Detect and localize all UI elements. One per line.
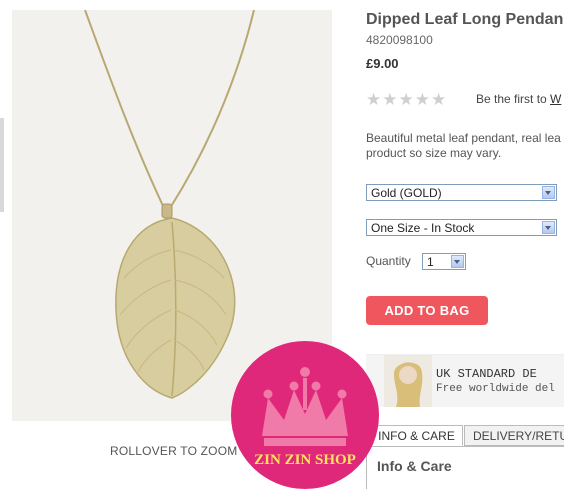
rollover-zoom-label: ROLLOVER TO ZOOM xyxy=(110,444,238,458)
product-price: £9.00 xyxy=(366,56,399,71)
logo-text: ZIN ZIN SHOP xyxy=(254,452,356,468)
info-care-heading: Info & Care xyxy=(377,458,452,474)
quantity-label: Quantity xyxy=(366,254,411,268)
chevron-down-icon[interactable] xyxy=(542,186,555,199)
description-line: product so size may vary. xyxy=(366,146,502,160)
product-title: Dipped Leaf Long Pendan xyxy=(366,11,564,28)
description-line: Beautiful metal leaf pendant, real lea xyxy=(366,131,561,145)
size-select-value: One Size - In Stock xyxy=(371,221,475,235)
crown-logo-icon: ZIN ZIN SHOP xyxy=(231,341,379,489)
tab-delivery-returns[interactable]: DELIVERY/RETU xyxy=(464,425,564,446)
model-portrait-image xyxy=(384,355,432,407)
tab-info-care[interactable]: INFO & CARE xyxy=(370,425,463,446)
colour-select[interactable]: Gold (GOLD) xyxy=(366,184,557,201)
chevron-down-icon[interactable] xyxy=(451,255,464,268)
chevron-down-icon[interactable] xyxy=(542,221,555,234)
quantity-select-value: 1 xyxy=(427,255,434,269)
star-icon[interactable]: ★ xyxy=(382,90,398,109)
product-code: 4820098100 xyxy=(366,33,433,47)
size-select[interactable]: One Size - In Stock xyxy=(366,219,557,236)
review-prompt: Be the first to W xyxy=(476,92,561,106)
colour-select-value: Gold (GOLD) xyxy=(371,186,442,200)
banner-subtext: Free worldwide del xyxy=(436,383,555,395)
quantity-select[interactable]: 1 xyxy=(422,253,466,270)
add-to-bag-button[interactable]: ADD TO BAG xyxy=(366,296,488,325)
product-description: Beautiful metal leaf pendant, real lea p… xyxy=(366,131,564,161)
review-prompt-text: Be the first to xyxy=(476,92,547,106)
gallery-edge-divider xyxy=(0,118,4,212)
star-icon[interactable]: ★ xyxy=(399,90,415,109)
star-icon[interactable]: ★ xyxy=(366,90,382,109)
banner-heading: UK STANDARD DE xyxy=(436,367,537,381)
delivery-banner[interactable]: UK STANDARD DE Free worldwide del xyxy=(366,354,564,407)
star-icon[interactable]: ★ xyxy=(431,90,447,109)
rating-stars[interactable]: ★★★★★ xyxy=(366,90,447,110)
star-icon[interactable]: ★ xyxy=(415,90,431,109)
zin-zin-shop-logo: ZIN ZIN SHOP xyxy=(230,340,380,490)
write-review-link[interactable]: W xyxy=(550,92,561,106)
